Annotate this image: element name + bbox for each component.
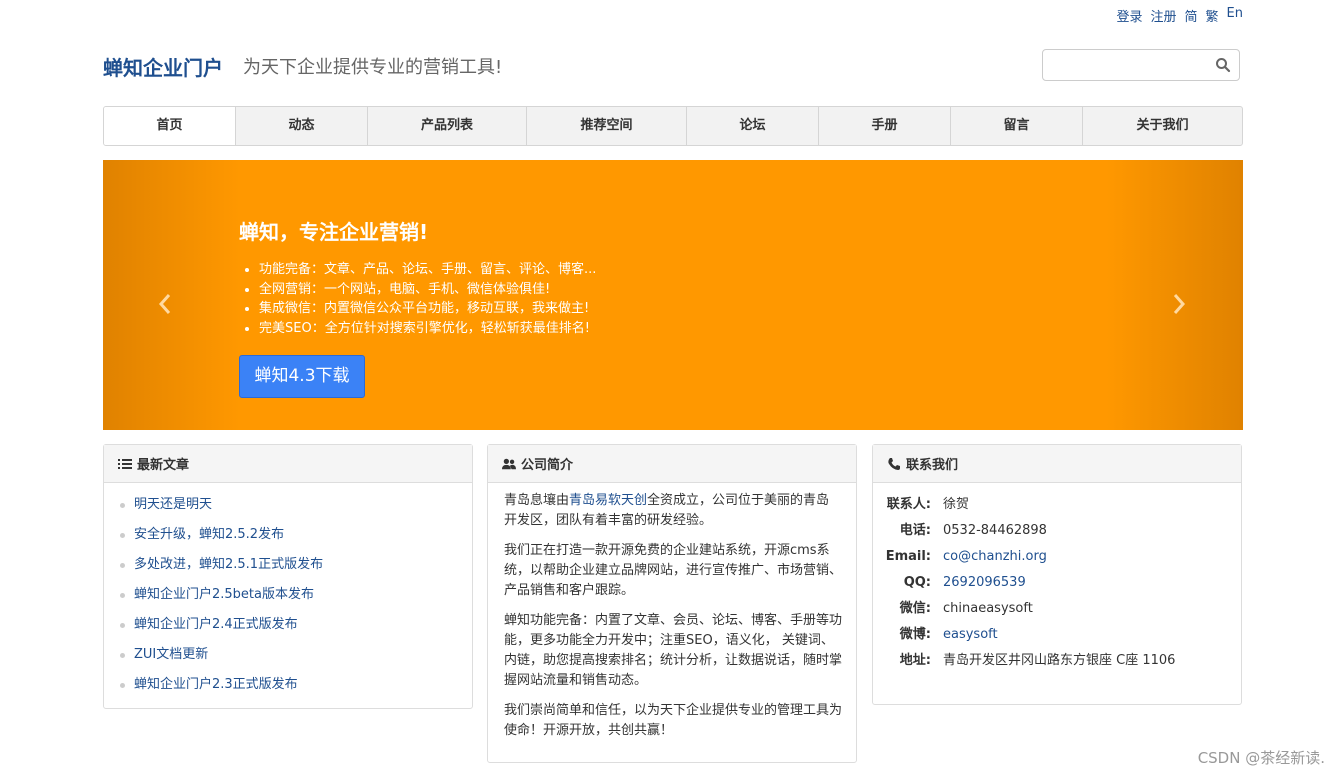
contact-label: QQ: [903,575,931,590]
hero-feature: 全网营销：一个网站，电脑、手机、微信体验俱佳! [259,280,596,300]
main-nav: 首页 动态 产品列表 推荐空间 论坛 手册 留言 关于我们 [103,106,1243,146]
nav-news[interactable]: 动态 [236,107,368,145]
latest-articles-panel: 最新文章 明天还是明天 安全升级，蝉知2.5.2发布 多处改进，蝉知2.5.1正… [103,444,473,709]
nav-manual[interactable]: 手册 [819,107,951,145]
hero-features: 功能完备：文章、产品、论坛、手册、留言、评论、博客... 全网营销：一个网站，电… [259,260,596,338]
company-intro-text: 青岛息壤由青岛易软天创全资成立，公司位于美丽的青岛开发区，团队有着丰富的研发经验… [488,483,856,741]
nav-home[interactable]: 首页 [104,107,236,145]
nav-forum[interactable]: 论坛 [687,107,819,145]
easysoft-link[interactable]: 青岛易软天创 [569,493,647,508]
hero-feature: 功能完备：文章、产品、论坛、手册、留言、评论、博客... [259,260,596,280]
article-link[interactable]: 多处改进，蝉知2.5.1正式版发布 [134,557,323,572]
panel-header: 联系我们 [873,445,1241,483]
nav-products[interactable]: 产品列表 [368,107,527,145]
hero-feature: 完美SEO：全方位针对搜索引擎优化，轻松斩获最佳排名! [259,319,596,339]
hero-carousel: 蝉知，专注企业营销! 功能完备：文章、产品、论坛、手册、留言、评论、博客... … [103,160,1243,430]
contact-row: 联系人: 徐贺 [873,495,1241,521]
english-link[interactable]: En [1227,6,1243,25]
contact-row: 微信: chinaeasysoft [873,599,1241,625]
article-link[interactable]: 明天还是明天 [134,497,212,512]
contact-panel: 联系我们 联系人: 徐贺 电话: 0532-84462898 Email: co@ch… [872,444,1242,705]
contact-label: Email: [885,549,931,564]
search-icon[interactable] [1215,57,1231,73]
search-box [1042,49,1240,81]
article-link[interactable]: 蝉知企业门户2.5beta版本发布 [134,587,314,602]
contact-label: 地址: [899,653,931,668]
contact-label: 电话: [899,523,931,538]
site-logo[interactable]: 蝉知企业门户 [103,52,223,81]
list-item: 明天还是明天 [118,495,458,525]
contact-row: 微博: easysoft [873,625,1241,651]
login-link[interactable]: 登录 [1116,6,1142,25]
panel-title: 联系我们 [906,458,959,473]
contact-list: 联系人: 徐贺 电话: 0532-84462898 Email: co@chanzhi… [873,483,1241,677]
panel-title: 最新文章 [137,458,190,473]
register-link[interactable]: 注册 [1151,6,1177,25]
traditional-chinese-link[interactable]: 繁 [1206,6,1219,25]
contact-row: QQ: 2692096539 [873,573,1241,599]
nav-message[interactable]: 留言 [951,107,1083,145]
chevron-right-icon[interactable] [1171,292,1187,316]
panel-header: 最新文章 [104,445,472,483]
hero-title: 蝉知，专注企业营销! [239,220,429,244]
panel-header: 公司简介 [488,445,856,483]
list-item: 多处改进，蝉知2.5.1正式版发布 [118,555,458,585]
intro-paragraph: 蝉知功能完备：内置了文章、会员、论坛、博客、手册等功能，更多功能全力开发中；注重… [504,613,843,688]
article-list: 明天还是明天 安全升级，蝉知2.5.2发布 多处改进，蝉知2.5.1正式版发布 … [104,483,472,705]
top-links: 登录 注册 简 繁 En [1116,6,1243,25]
contact-label: 微博: [899,627,931,642]
qq-link[interactable]: 2692096539 [943,573,1026,599]
download-button[interactable]: 蝉知4.3下载 [239,355,365,398]
list-item: 安全升级，蝉知2.5.2发布 [118,525,458,555]
chevron-left-icon[interactable] [157,292,173,316]
intro-text: 青岛息壤由 [504,493,570,508]
intro-paragraph: 我们崇尚简单和信任，以为天下企业提供专业的管理工具为使命！开源开放，共创共赢！ [504,703,843,738]
simplified-chinese-link[interactable]: 简 [1185,6,1198,25]
contact-row: Email: co@chanzhi.org [873,547,1241,573]
contact-label: 联系人: [886,497,931,512]
users-icon [502,458,516,469]
list-item: 蝉知企业门户2.4正式版发布 [118,615,458,645]
contact-value: 0532-84462898 [943,523,1047,538]
article-link[interactable]: 蝉知企业门户2.3正式版发布 [134,677,298,692]
contact-row: 地址: 青岛开发区井冈山路东方银座 C座 1106 [873,651,1241,677]
contact-row: 电话: 0532-84462898 [873,521,1241,547]
weibo-link[interactable]: easysoft [943,625,998,651]
list-item: 蝉知企业门户2.3正式版发布 [118,675,458,705]
contact-label: 微信: [899,601,931,616]
nav-about[interactable]: 关于我们 [1083,107,1242,145]
article-link[interactable]: ZUI文档更新 [134,647,208,662]
list-item: ZUI文档更新 [118,645,458,675]
contact-value: chinaeasysoft [943,601,1033,616]
contact-value: 徐贺 [943,497,970,512]
watermark-text: CSDN @茶经新读. [1197,749,1325,767]
intro-paragraph: 青岛息壤由青岛易软天创全资成立，公司位于美丽的青岛开发区，团队有着丰富的研发经验… [504,491,842,531]
article-link[interactable]: 蝉知企业门户2.4正式版发布 [134,617,298,632]
hero-feature: 集成微信：内置微信公众平台功能，移动互联，我来做主! [259,299,596,319]
search-input[interactable] [1043,50,1203,80]
nav-recommended[interactable]: 推荐空间 [527,107,687,145]
site-header: 蝉知企业门户 为天下企业提供专业的营销工具! [103,49,1243,84]
site-slogan: 为天下企业提供专业的营销工具! [243,57,503,78]
company-intro-panel: 公司简介 青岛息壤由青岛易软天创全资成立，公司位于美丽的青岛开发区，团队有着丰富… [487,444,857,763]
intro-paragraph: 我们正在打造一款开源免费的企业建站系统，开源cms系统，以帮助企业建立品牌网站，… [504,543,843,598]
panel-title: 公司简介 [521,458,574,473]
article-link[interactable]: 安全升级，蝉知2.5.2发布 [134,527,284,542]
phone-icon [888,457,900,470]
email-link[interactable]: co@chanzhi.org [943,547,1047,573]
list-icon [118,458,132,469]
contact-value: 青岛开发区井冈山路东方银座 C座 1106 [943,653,1176,668]
list-item: 蝉知企业门户2.5beta版本发布 [118,585,458,615]
